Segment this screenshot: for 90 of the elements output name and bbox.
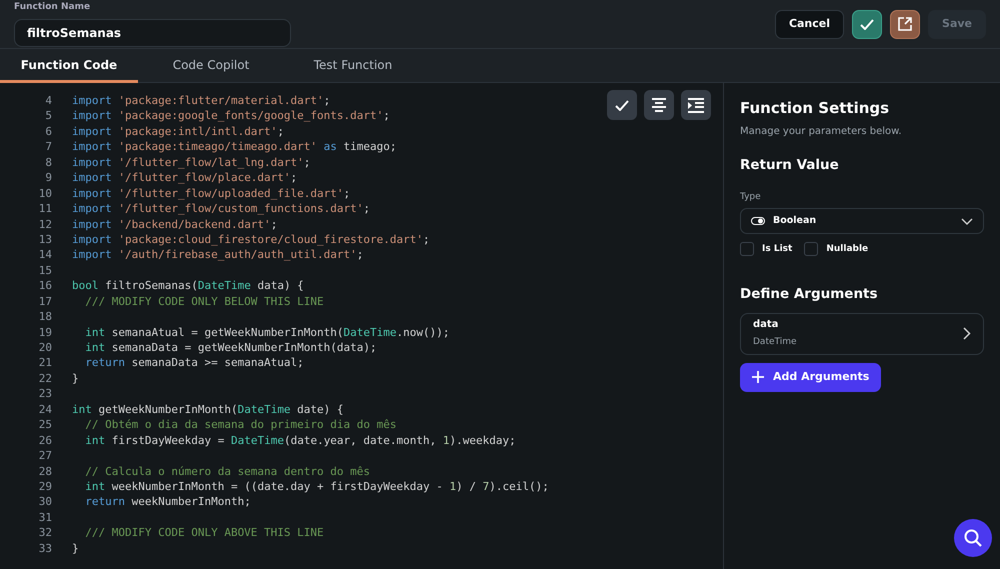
line-number: 32 — [38, 525, 52, 541]
search-help-button[interactable] — [954, 519, 992, 557]
code-line: import 'package:google_fonts/google_fonts.dart'; — [72, 108, 390, 124]
function-name-field[interactable]: filtroSemanas — [14, 18, 291, 47]
argument-item[interactable]: data DateTime — [740, 312, 984, 354]
code-line: int semanaData = getWeekNumberInMonth(data); — [84, 340, 377, 356]
plus-icon — [752, 371, 764, 383]
line-number: 30 — [38, 494, 52, 510]
line-number: 13 — [38, 232, 52, 248]
checkbox-label: Nullable — [826, 242, 868, 256]
line-number: 12 — [38, 216, 52, 232]
code-line: import 'package:flutter/material.dart'; — [72, 93, 330, 108]
toolbar-button[interactable] — [681, 90, 711, 120]
line-number: 7 — [44, 139, 52, 155]
line-number: 29 — [38, 478, 52, 494]
code-line: import '/flutter_flow/place.dart'; — [72, 170, 298, 186]
line-number: 5 — [44, 108, 52, 124]
chevron-right-icon — [963, 327, 971, 340]
code-line: import 'package:intl/intl.dart'; — [72, 124, 284, 140]
argument-type: DateTime — [753, 336, 797, 350]
code-line: } — [72, 540, 79, 556]
line-number: 20 — [38, 340, 52, 356]
line-number: 8 — [44, 154, 52, 170]
line-number: 4 — [44, 93, 52, 108]
code-line: import '/flutter_flow/custom_functions.dart'; — [72, 201, 370, 216]
code-line: import 'package:cloud_firestore/cloud_firestore.dart'; — [72, 232, 430, 248]
type-dropdown[interactable]: Boolean — [740, 208, 984, 234]
code-line: int firstDayWeekday = DateTime(date.year, date.month, 1).weekday; — [84, 432, 516, 448]
line-number: 18 — [38, 309, 52, 325]
checkbox-label: Is List — [762, 242, 792, 256]
line-number: 11 — [38, 201, 52, 216]
toolbar-button[interactable] — [607, 90, 637, 120]
code-line: // Calcula o número da semana dentro do mês — [84, 464, 370, 479]
panel-title: Function Settings — [740, 98, 890, 119]
code-line: /// MODIFY CODE ONLY ABOVE THIS LINE — [84, 525, 324, 541]
add-arguments-button[interactable]: Add Arguments — [740, 362, 882, 392]
line-number: 17 — [38, 294, 52, 310]
section-heading: Define Arguments — [740, 285, 879, 304]
code-line: import '/flutter_flow/uploaded_file.dart'; — [72, 186, 350, 202]
line-number: 23 — [38, 386, 52, 402]
tab[interactable]: Test Function — [284, 49, 422, 83]
code-line: import '/flutter_flow/lat_lng.dart'; — [72, 154, 310, 170]
code-line: bool filtroSemanas(DateTime data) { — [72, 278, 304, 294]
argument-name: data — [753, 318, 780, 332]
line-number: 31 — [38, 510, 52, 526]
section-heading: Return Value — [740, 156, 840, 174]
indent-icon — [687, 98, 705, 112]
line-number: 26 — [38, 432, 52, 448]
line-number: 28 — [38, 464, 52, 479]
line-number: 22 — [38, 370, 52, 386]
field-label: Function Name — [14, 1, 92, 14]
code-line: import '/auth/firebase_auth/auth_util.dart'; — [72, 247, 364, 263]
line-number: 33 — [38, 540, 52, 556]
field-label: Type — [740, 190, 762, 204]
code-line: return weekNumberInMonth; — [84, 494, 251, 510]
toggle-icon — [751, 217, 765, 226]
line-number: 6 — [44, 124, 52, 140]
code-line: import '/backend/backend.dart'; — [72, 216, 278, 232]
toolbar-button[interactable] — [644, 90, 674, 120]
line-number: 21 — [38, 355, 52, 371]
line-number: 14 — [38, 247, 52, 263]
text-button[interactable]: Cancel — [774, 10, 844, 38]
tab[interactable]: Code Copilot — [142, 49, 280, 83]
line-number: 10 — [38, 186, 52, 202]
code-line: } — [72, 370, 79, 386]
code-line: int weekNumberInMonth = ((date.day + firstDayWeekday - 1) / 7).ceil(); — [84, 478, 549, 494]
line-number: 19 — [38, 324, 52, 340]
align-center-icon — [651, 98, 667, 112]
line-number: 16 — [38, 278, 52, 294]
confirm-button[interactable] — [852, 10, 882, 38]
code-line: int semanaAtual = getWeekNumberInMonth(DateTime.now()); — [84, 324, 450, 340]
open-button[interactable] — [890, 10, 920, 38]
code-line: int getWeekNumberInMonth(DateTime date) { — [72, 402, 344, 418]
line-number: 25 — [38, 417, 52, 433]
line-number: 24 — [38, 402, 52, 418]
checkbox[interactable] — [804, 242, 818, 256]
code-line: return semanaData >= semanaAtual; — [84, 355, 304, 371]
check-icon — [860, 18, 874, 30]
search-icon — [963, 528, 983, 548]
checkbox[interactable] — [740, 242, 754, 256]
line-number: 15 — [38, 262, 52, 278]
code-line: /// MODIFY CODE ONLY BELOW THIS LINE — [84, 294, 324, 310]
external-link-icon — [898, 17, 912, 31]
line-number: 27 — [38, 448, 52, 464]
chevron-down-icon — [961, 218, 973, 225]
check-icon — [615, 100, 629, 110]
code-line: // Obtém o dia da semana do primeiro dia do mês — [84, 417, 397, 433]
line-number: 9 — [44, 170, 52, 186]
code-line: import 'package:timeago/timeago.dart' as timeago; — [72, 139, 397, 155]
panel-subtitle: Manage your parameters below. — [740, 124, 903, 138]
